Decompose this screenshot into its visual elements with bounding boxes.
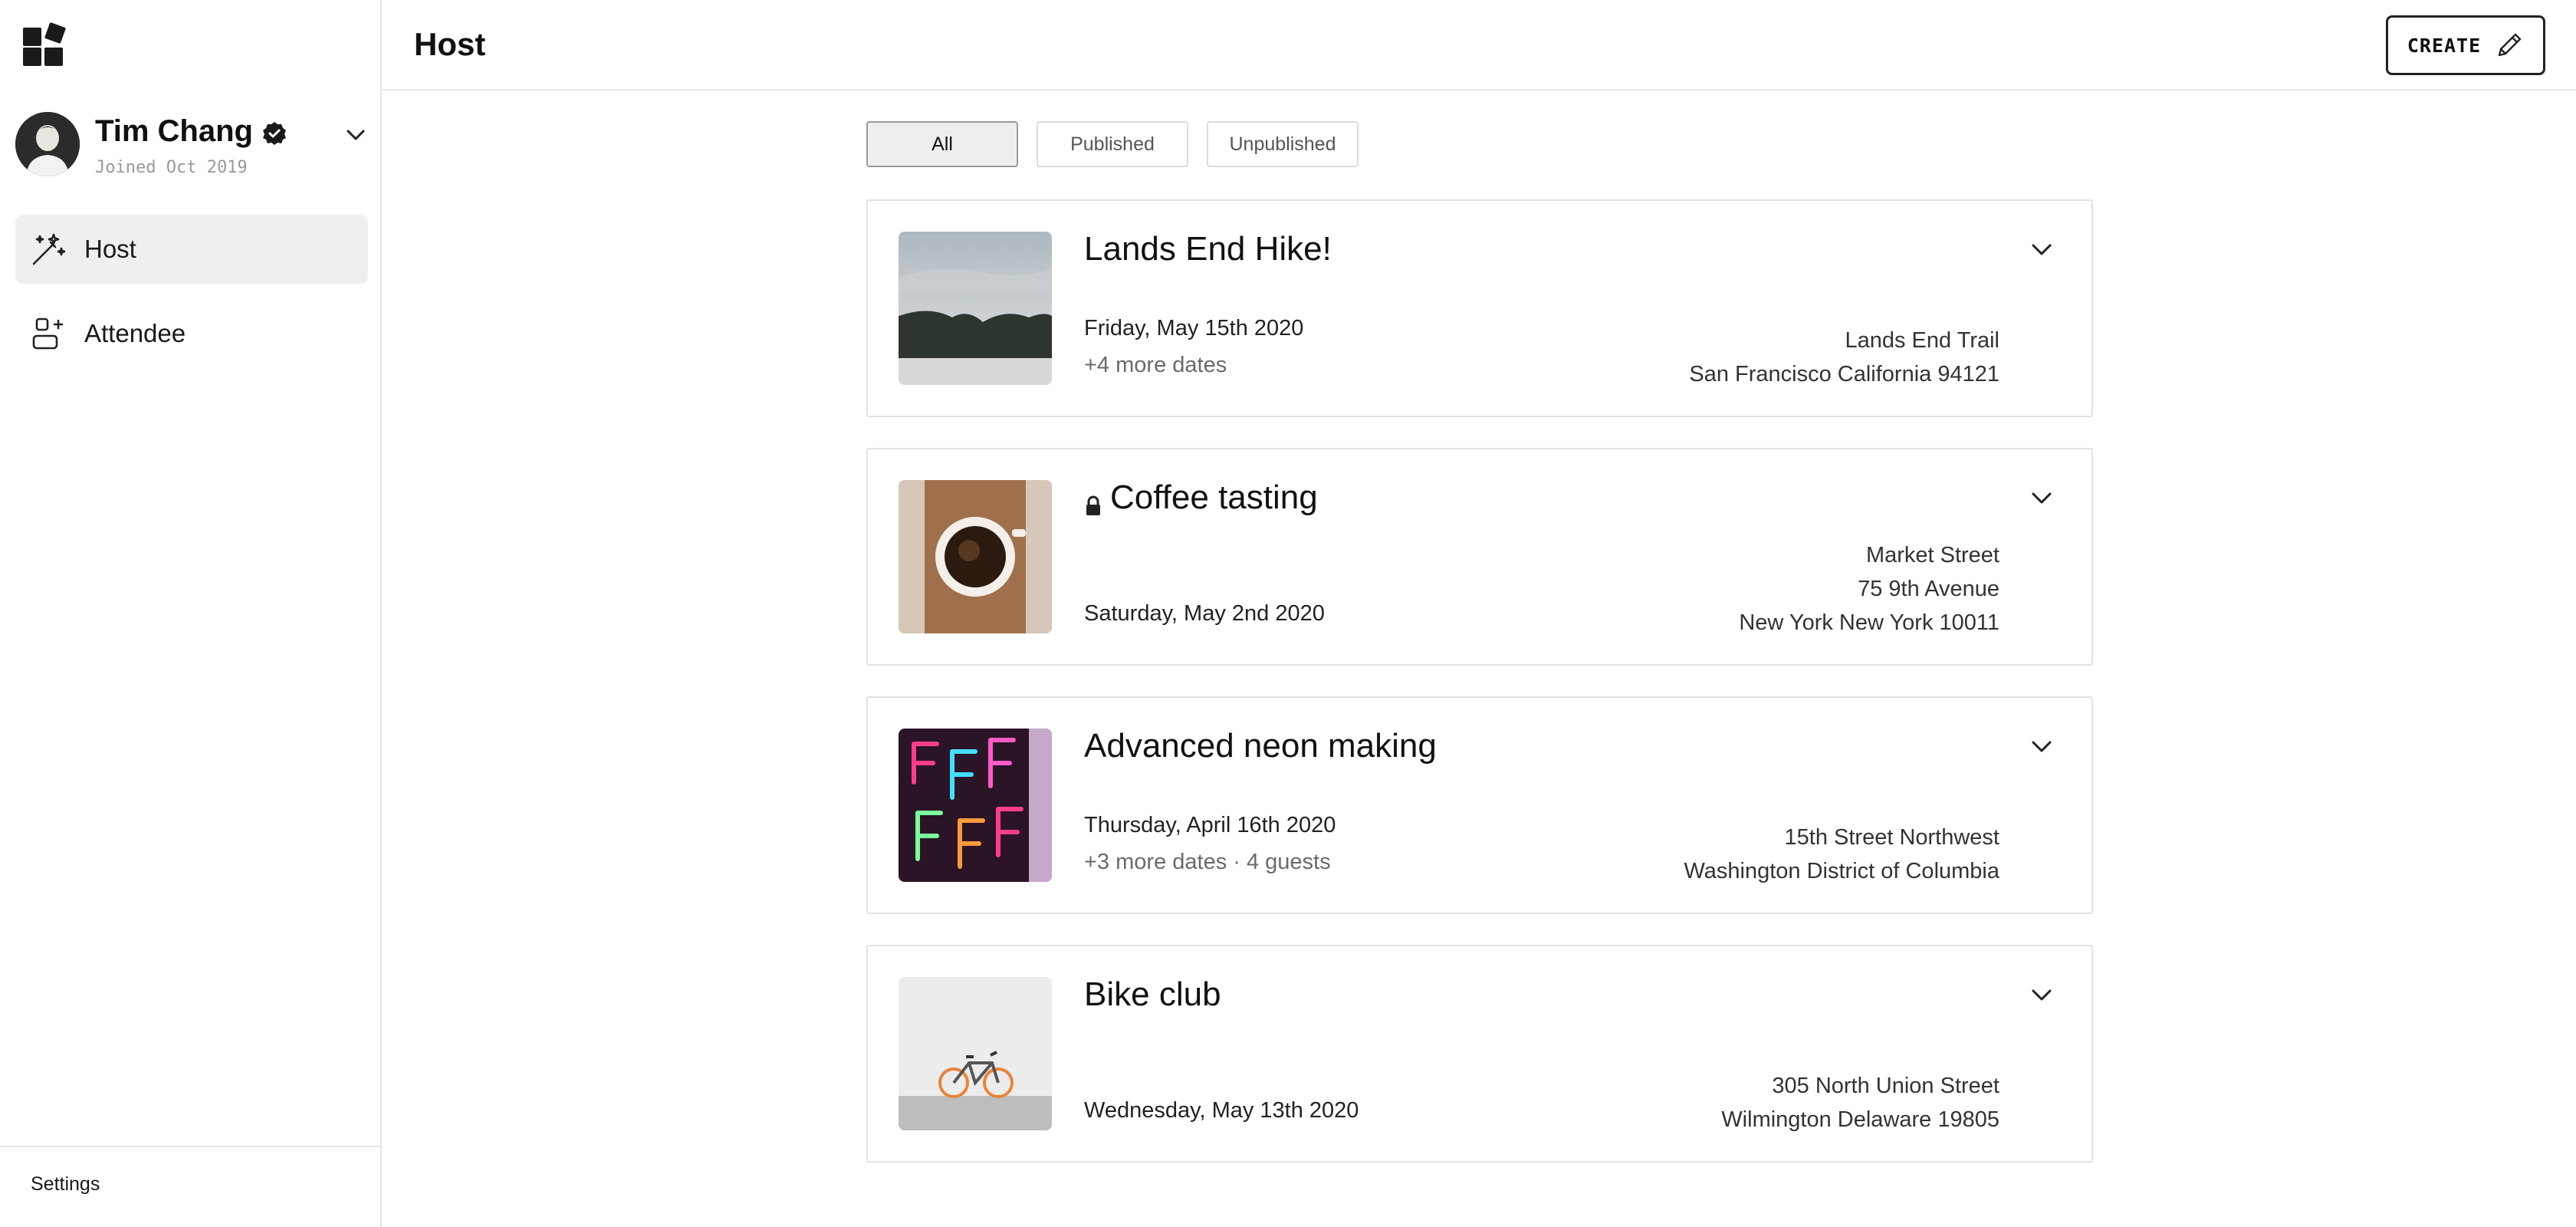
event-list: Lands End Hike! Friday, May 15th 2020 +4…	[866, 199, 2093, 1193]
pencil-icon	[2495, 31, 2524, 60]
avatar	[15, 112, 80, 176]
sidebar-nav: Host Attendee	[15, 215, 368, 383]
settings-link[interactable]: Settings	[31, 1173, 100, 1196]
address-line: 305 North Union Street	[1772, 1074, 1999, 1098]
event-card[interactable]: Advanced neon making Thursday, April 16t…	[866, 696, 2093, 914]
profile-joined-date: Joined Oct 2019	[95, 158, 248, 177]
address-line: Market Street	[1865, 543, 1999, 567]
event-title[interactable]: Advanced neon making	[1084, 727, 1437, 765]
attendee-icon	[31, 316, 66, 351]
event-date: Friday, May 15th 2020	[1084, 316, 1304, 340]
event-title-text: Bike club	[1084, 975, 1221, 1013]
event-address: 305 North Union Street Wilmington Delawa…	[1721, 1069, 1999, 1137]
event-card[interactable]: Coffee tasting Saturday, May 2nd 2020 Ma…	[866, 448, 2093, 666]
chevron-down-icon[interactable]	[2029, 236, 2055, 262]
sidebar-item-attendee[interactable]: Attendee	[15, 299, 368, 368]
app-logo-icon[interactable]	[21, 21, 67, 67]
create-button-label: CREATE	[2407, 34, 2482, 57]
page-header: Host CREATE	[382, 0, 2576, 90]
event-title[interactable]: Bike club	[1084, 975, 1221, 1014]
create-button[interactable]: CREATE	[2386, 15, 2545, 75]
filter-tabs: All Published Unpublished	[866, 121, 1359, 167]
event-date: Wednesday, May 13th 2020	[1084, 1098, 1359, 1123]
address-line: 15th Street Northwest	[1784, 825, 1999, 850]
sidebar-item-label: Host	[84, 235, 136, 263]
filter-all[interactable]: All	[866, 121, 1018, 167]
address-line: New York New York 10011	[1739, 610, 1999, 635]
event-title-text: Coffee tasting	[1110, 479, 1318, 516]
event-thumbnail-bike	[899, 977, 1052, 1130]
address-line: Lands End Trail	[1845, 328, 1999, 353]
event-date: Thursday, April 16th 2020	[1084, 813, 1336, 837]
address-line: 75 9th Avenue	[1858, 577, 1999, 601]
chevron-down-icon[interactable]	[2029, 485, 2055, 511]
sidebar-item-label: Attendee	[84, 319, 186, 347]
profile-name-text: Tim Chang	[95, 113, 253, 148]
filter-published[interactable]: Published	[1037, 121, 1188, 167]
sidebar-footer: Settings	[0, 1146, 380, 1227]
address-line: Wilmington Delaware 19805	[1721, 1107, 1999, 1132]
event-title-text: Lands End Hike!	[1084, 230, 1332, 268]
event-address: Lands End Trail San Francisco California…	[1689, 324, 1999, 391]
filter-unpublished[interactable]: Unpublished	[1207, 121, 1359, 167]
event-title[interactable]: Lands End Hike!	[1084, 230, 1332, 268]
event-title-text: Advanced neon making	[1084, 727, 1437, 765]
event-thumbnail-coffee	[899, 480, 1052, 633]
event-title[interactable]: Coffee tasting	[1084, 479, 1318, 517]
page-title: Host	[414, 26, 486, 62]
chevron-down-icon[interactable]	[2029, 733, 2055, 759]
sidebar-item-host[interactable]: Host	[15, 215, 368, 284]
address-line: San Francisco California 94121	[1689, 362, 1999, 387]
event-date: Saturday, May 2nd 2020	[1084, 601, 1325, 626]
sidebar: Tim Chang Joined Oct 2019 Host Attendee …	[0, 0, 382, 1227]
lock-icon	[1084, 487, 1102, 515]
profile-menu[interactable]: Tim Chang Joined Oct 2019	[15, 112, 368, 177]
event-thumbnail-landscape	[899, 232, 1052, 385]
magic-wand-icon	[31, 232, 66, 267]
event-card[interactable]: Lands End Hike! Friday, May 15th 2020 +4…	[866, 199, 2093, 417]
address-line: Washington District of Columbia	[1684, 859, 1999, 883]
event-thumbnail-neon	[899, 729, 1052, 882]
chevron-down-icon[interactable]	[343, 123, 368, 147]
event-extra-dates[interactable]: +4 more dates	[1084, 353, 1227, 378]
profile-name: Tim Chang	[95, 112, 287, 150]
event-extra-dates[interactable]: +3 more dates · 4 guests	[1084, 850, 1331, 875]
verified-badge-icon	[262, 119, 287, 145]
chevron-down-icon[interactable]	[2029, 982, 2055, 1008]
event-address: 15th Street Northwest Washington Distric…	[1684, 821, 1999, 888]
event-address: Market Street 75 9th Avenue New York New…	[1739, 538, 1999, 640]
event-card[interactable]: Bike club Wednesday, May 13th 2020 305 N…	[866, 945, 2093, 1163]
